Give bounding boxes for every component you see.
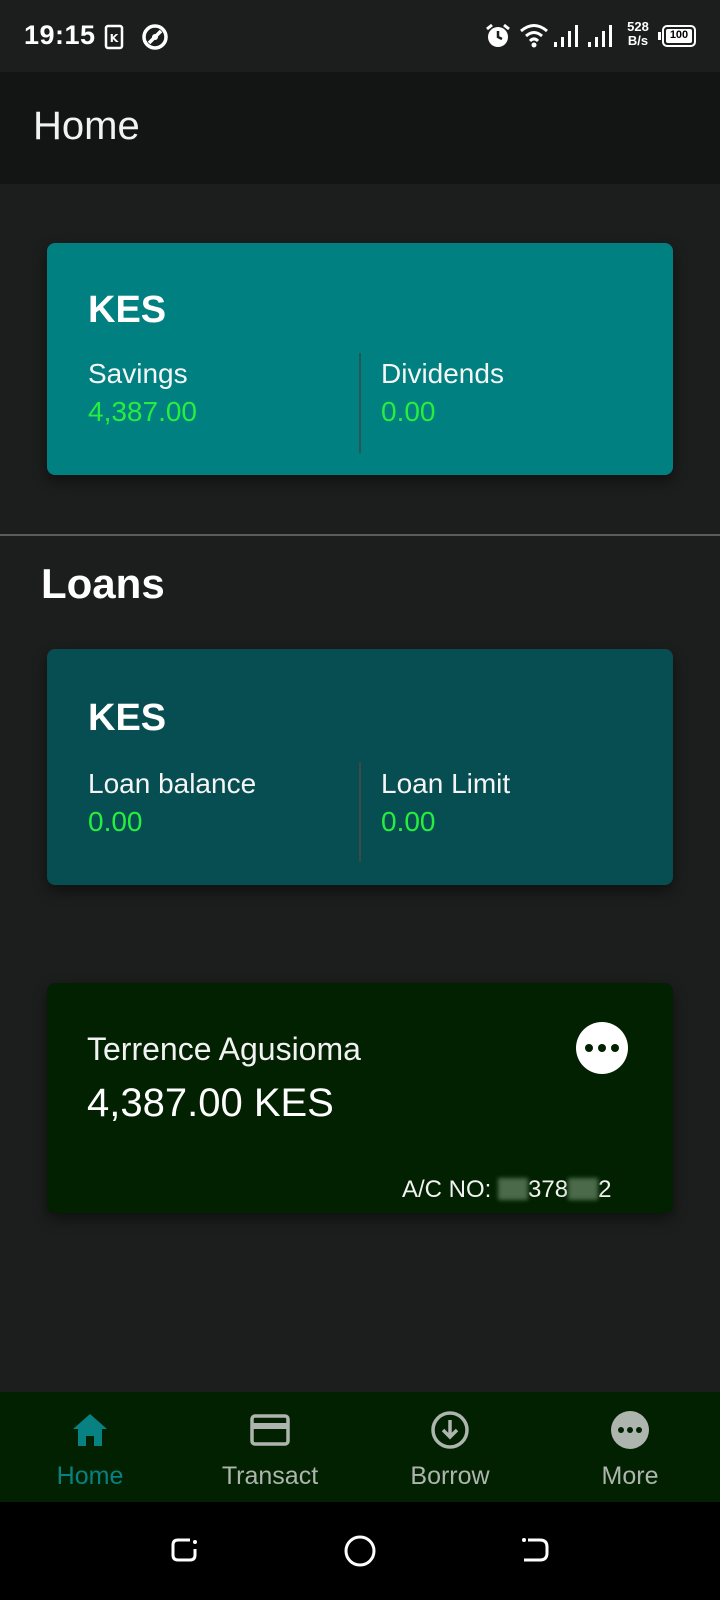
redacted-digits <box>498 1178 529 1200</box>
loans-section-title: Loans <box>41 560 165 607</box>
account-holder-name: Terrence Agusioma <box>87 1031 361 1067</box>
status-time: 19:15 <box>24 20 96 50</box>
loan-balance-label: Loan balance <box>88 768 257 799</box>
dividends-column: Dividends 0.00 <box>381 358 504 428</box>
column-divider <box>359 353 361 453</box>
dividends-label: Dividends <box>381 358 504 389</box>
savings-value: 4,387.00 <box>88 396 197 427</box>
account-number-prefix: A/C NO: <box>402 1176 499 1203</box>
account-number: A/C NO: 378 2 <box>402 1176 611 1204</box>
more-circle-icon <box>611 1411 649 1449</box>
network-speed-value: 528 <box>627 19 649 34</box>
sim-card-icon: K <box>104 24 124 50</box>
signal-icon-2 <box>588 25 612 47</box>
download-circle-icon <box>431 1411 469 1449</box>
page-title: Home <box>33 104 140 148</box>
system-navigation-bar <box>0 1502 720 1600</box>
account-number-mid: 378 <box>528 1176 569 1203</box>
nav-item-borrow[interactable]: Borrow <box>360 1392 540 1502</box>
card-icon <box>250 1414 290 1446</box>
loan-limit-value: 0.00 <box>381 806 436 837</box>
status-bar: 19:15 K 528 B/s 100 <box>0 0 720 72</box>
nav-label-transact: Transact <box>221 1462 319 1490</box>
account-balance: 4,387.00 KES <box>87 1081 334 1125</box>
svg-text:K: K <box>110 32 119 45</box>
nav-label-more: More <box>601 1462 659 1490</box>
loans-currency: KES <box>88 697 167 739</box>
home-icon <box>73 1414 107 1446</box>
nav-item-home[interactable]: Home <box>0 1392 180 1502</box>
nav-item-transact[interactable]: Transact <box>180 1392 360 1502</box>
loans-card[interactable]: KES Loan balance 0.00 Loan Limit 0.00 <box>47 649 673 885</box>
loan-limit-label: Loan Limit <box>381 768 511 799</box>
section-divider <box>0 534 720 536</box>
account-card[interactable]: Terrence Agusioma 4,387.00 KES A/C NO: 3… <box>47 983 673 1213</box>
signal-icon <box>554 25 578 47</box>
nav-label-home: Home <box>56 1462 124 1490</box>
savings-currency: KES <box>88 289 167 331</box>
dividends-value: 0.00 <box>381 396 436 427</box>
column-divider <box>359 762 361 862</box>
battery-level: 100 <box>669 29 689 41</box>
account-number-end: 2 <box>598 1176 612 1203</box>
bottom-navigation: Home Transact Borrow More <box>0 1392 720 1502</box>
nav-label-borrow: Borrow <box>410 1462 490 1490</box>
vpn-icon <box>142 24 168 50</box>
nav-item-more[interactable]: More <box>540 1392 720 1502</box>
network-speed-unit: B/s <box>627 33 649 48</box>
wifi-icon <box>520 24 548 48</box>
redacted-digits <box>568 1178 599 1200</box>
savings-label: Savings <box>88 358 188 389</box>
savings-card[interactable]: KES Savings 4,387.00 Dividends 0.00 <box>47 243 673 475</box>
more-horizontal-icon[interactable] <box>576 1022 628 1074</box>
recent-apps-icon[interactable] <box>168 1534 200 1566</box>
alarm-icon <box>486 23 510 47</box>
loan-limit-column: Loan Limit 0.00 <box>381 768 510 838</box>
loan-balance-column: Loan balance 0.00 <box>88 768 256 838</box>
home-button-icon[interactable] <box>343 1534 377 1568</box>
savings-column: Savings 4,387.00 <box>88 358 197 428</box>
network-speed: 528 B/s <box>621 20 655 48</box>
loan-balance-value: 0.00 <box>88 806 143 837</box>
back-icon[interactable] <box>520 1534 552 1566</box>
